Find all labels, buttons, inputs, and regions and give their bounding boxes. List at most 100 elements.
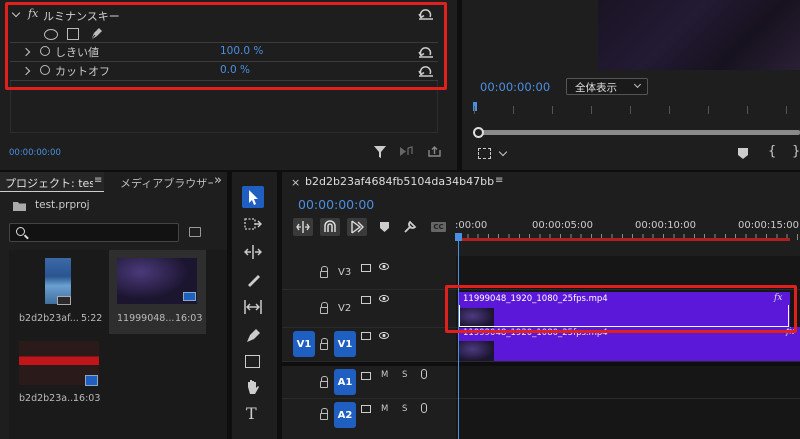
media-item[interactable]: b2d2b23af... 5:22 [9, 250, 106, 334]
chevron-right-icon[interactable] [21, 47, 31, 57]
lock-icon[interactable] [320, 338, 328, 350]
reset-icon[interactable] [418, 46, 434, 58]
tab-menu-icon[interactable]: ≡ [94, 175, 102, 186]
snap-icon[interactable] [320, 218, 340, 236]
tab-menu-icon[interactable]: ≡ [495, 175, 503, 186]
clip-type-icon [85, 375, 98, 386]
timeline-timecode[interactable]: 00:00:00:00 [298, 197, 374, 212]
lock-icon[interactable] [320, 376, 328, 388]
track-target-a1[interactable]: A1 [334, 369, 356, 395]
captions-icon[interactable]: CC [431, 222, 446, 232]
stopwatch-icon[interactable] [40, 46, 50, 56]
chevron-down-icon [633, 80, 642, 89]
sync-lock-icon[interactable] [361, 264, 371, 272]
clip-v1[interactable]: 11999048_1920_1080_25fps.mp4 fx [458, 327, 800, 361]
clip-thumbnail [458, 341, 494, 361]
export-icon[interactable] [428, 146, 441, 160]
type-tool-icon[interactable]: T [246, 404, 257, 423]
razor-tool-icon[interactable] [245, 272, 261, 291]
more-panels-icon[interactable]: » [214, 173, 222, 188]
new-bin-icon[interactable] [189, 227, 201, 237]
param-row-cutoff[interactable]: カットオフ 0.0 % [0, 62, 457, 80]
safe-margin-icon[interactable] [478, 148, 491, 159]
marker-icon[interactable] [738, 148, 748, 162]
nest-icon[interactable] [293, 218, 313, 236]
clip-fx-badge: fx [786, 327, 795, 337]
mute-button[interactable]: M [381, 370, 388, 380]
microphone-icon[interactable] [421, 403, 427, 413]
fx-icon: fx [28, 7, 39, 20]
empty-area [10, 81, 438, 133]
mark-in-icon[interactable]: { [768, 144, 776, 159]
rectangle-tool-icon[interactable] [245, 355, 260, 368]
track-select-tool-icon[interactable] [244, 217, 262, 234]
param-label: カットオフ [55, 65, 110, 78]
zoom-dropdown[interactable]: 全体表示 [566, 78, 648, 95]
ripple-edit-tool-icon[interactable] [244, 245, 262, 262]
folder-icon [13, 201, 26, 214]
scrub-bar[interactable] [478, 130, 800, 135]
ruler-label: 00:00:10:00 [635, 220, 697, 231]
clip-v2[interactable]: 11999048_1920_1080_25fps.mp4 fx [458, 292, 790, 328]
lock-icon[interactable] [320, 302, 328, 314]
scrub-handle[interactable] [473, 127, 484, 138]
param-row-threshold[interactable]: しきい値 100.0 % [0, 43, 457, 61]
eye-icon[interactable] [379, 332, 389, 339]
track-target-a2[interactable]: A2 [334, 402, 356, 428]
mark-out-icon[interactable]: } [792, 144, 800, 159]
stopwatch-icon[interactable] [40, 65, 50, 75]
solo-button[interactable]: S [402, 404, 407, 414]
effect-header-row[interactable]: fx ルミナンスキー [0, 4, 457, 26]
sync-lock-icon[interactable] [361, 372, 371, 380]
add-marker-icon[interactable] [380, 222, 389, 235]
filter-icon[interactable] [374, 146, 386, 161]
linked-selection-icon[interactable] [347, 218, 367, 236]
clip-fx-badge: fx [774, 293, 783, 303]
ruler-label: :00:00 [455, 220, 488, 231]
program-timecode[interactable]: 00:00:00:00 [480, 80, 550, 94]
search-input[interactable] [9, 223, 179, 242]
lock-icon[interactable] [320, 266, 328, 278]
lock-icon[interactable] [320, 408, 328, 420]
solo-button[interactable]: S [402, 370, 407, 380]
microphone-icon[interactable] [421, 369, 427, 379]
tab-project[interactable]: プロジェクト: test ≡ [0, 172, 104, 192]
eye-icon[interactable] [379, 295, 389, 302]
chevron-down-icon[interactable] [11, 8, 21, 18]
sequence-tab[interactable]: b2d2b23af4684fb5104da34b47bb37 ≡ [303, 172, 508, 192]
wrench-icon[interactable] [404, 220, 417, 236]
reset-icon[interactable] [418, 65, 434, 77]
rectangle-mask-icon[interactable] [67, 28, 79, 40]
clip-type-icon [57, 296, 71, 305]
mute-button[interactable]: M [381, 404, 388, 414]
track-target-v1[interactable]: V1 [334, 331, 356, 357]
chevron-down-icon[interactable] [498, 147, 508, 157]
playhead-head[interactable] [455, 233, 462, 241]
hand-tool-icon[interactable] [244, 378, 262, 399]
reset-icon[interactable] [418, 8, 434, 20]
pen-tool-icon[interactable] [245, 328, 261, 347]
effect-timecode[interactable]: 00:00:00:00 [9, 148, 61, 158]
source-patch-v1[interactable]: V1 [293, 331, 315, 357]
media-item[interactable]: 11999048... 16:03 [109, 250, 206, 334]
sync-lock-icon[interactable] [361, 332, 371, 340]
play-audio-icon[interactable] [400, 146, 414, 160]
media-item-duration: 16:03 [175, 313, 203, 324]
param-value[interactable]: 100.0 % [220, 45, 263, 57]
tab-media-browser[interactable]: メディアブラウザー [118, 172, 213, 192]
sync-lock-icon[interactable] [361, 296, 371, 304]
program-monitor-panel: 00:00:00:00 全体表示 { } [462, 0, 800, 170]
chevron-right-icon[interactable] [21, 66, 31, 76]
media-item[interactable]: b2d2b23a... 16:03 [9, 336, 106, 420]
close-icon[interactable]: × [291, 176, 300, 189]
media-item-name: b2d2b23a... [19, 393, 77, 404]
slip-tool-icon[interactable] [244, 300, 262, 317]
eye-icon[interactable] [379, 263, 389, 270]
media-item-duration: 5:22 [81, 313, 103, 324]
clip-name: 11999048_1920_1080_25fps.mp4 [463, 328, 608, 338]
ellipse-mask-icon[interactable] [44, 29, 58, 40]
sync-lock-icon[interactable] [361, 405, 371, 413]
selection-tool-icon[interactable] [242, 186, 264, 208]
zoom-label: 全体表示 [575, 82, 617, 94]
param-value[interactable]: 0.0 % [220, 64, 250, 76]
